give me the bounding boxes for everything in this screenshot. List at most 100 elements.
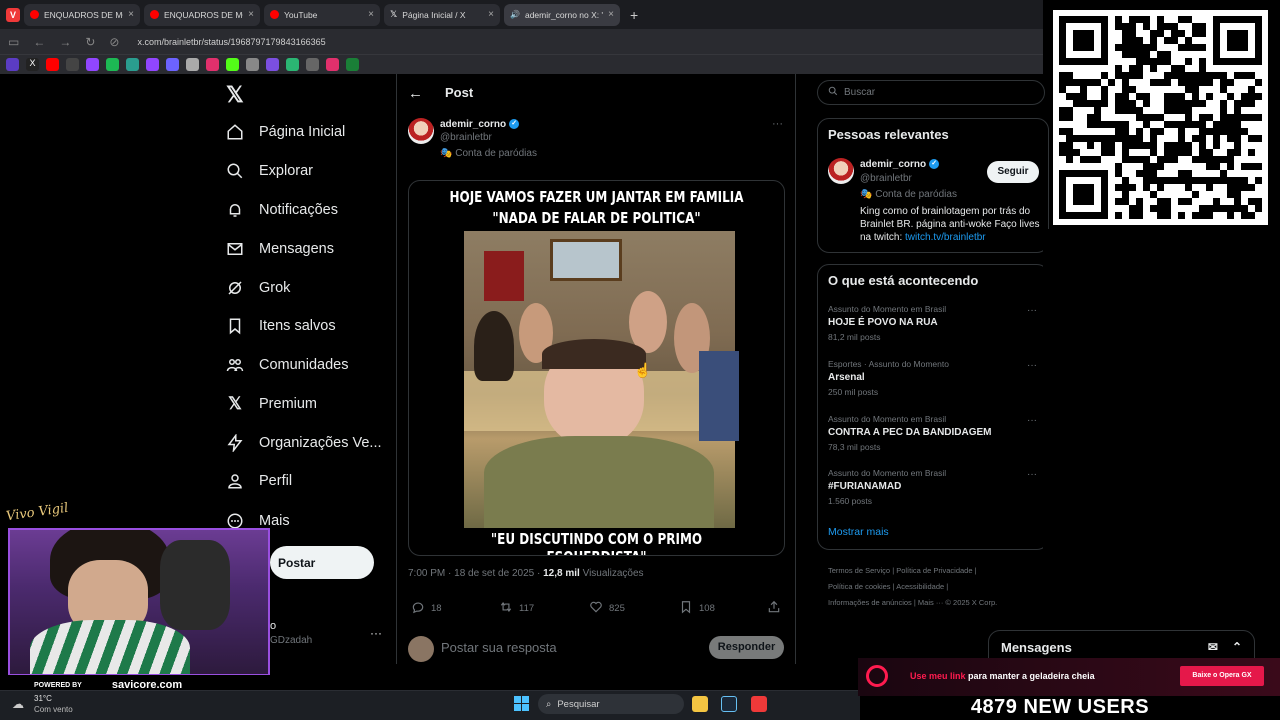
bookmark-icon[interactable] bbox=[186, 58, 199, 71]
new-tab-button[interactable]: + bbox=[630, 7, 638, 23]
bio-link[interactable]: twitch.tv/brainletbr bbox=[905, 232, 986, 243]
post-button[interactable]: Postar bbox=[270, 546, 374, 579]
vivaldi-icon[interactable] bbox=[751, 696, 767, 712]
relevant-handle[interactable]: @brainletbr bbox=[860, 173, 912, 184]
nav-item-home[interactable]: Página Inicial bbox=[226, 117, 345, 147]
account-menu-icon[interactable]: ··· bbox=[370, 626, 382, 640]
reply-button[interactable]: Responder bbox=[709, 636, 784, 659]
nav-item-grok[interactable]: Grok bbox=[226, 273, 290, 303]
nav-item-explore[interactable]: Explorar bbox=[226, 156, 313, 186]
show-more-link[interactable]: Mostrar mais bbox=[828, 526, 889, 538]
site-settings-icon[interactable]: ⊘ bbox=[109, 35, 119, 49]
browser-tab[interactable]: YouTube × bbox=[264, 3, 380, 26]
post-timestamp[interactable]: 7:00 PM · 18 de set de 2025 · bbox=[408, 568, 543, 579]
windows-start-icon[interactable] bbox=[514, 696, 529, 711]
twitch-bookmark-icon[interactable] bbox=[146, 58, 159, 71]
author-handle[interactable]: @brainletbr bbox=[440, 132, 492, 143]
account-handle[interactable]: GDzadah bbox=[270, 635, 312, 646]
nav-item-premium[interactable]: 𝕏 Premium bbox=[226, 389, 317, 419]
twitch-bookmark-icon[interactable] bbox=[86, 58, 99, 71]
trend-more-icon[interactable]: ··· bbox=[1027, 360, 1037, 371]
nav-item-communities[interactable]: Comunidades bbox=[226, 350, 348, 380]
vivaldi-logo-icon[interactable]: V bbox=[6, 7, 20, 22]
bookmark-icon[interactable] bbox=[306, 58, 319, 71]
bookmark-icon[interactable] bbox=[346, 58, 359, 71]
author-avatar[interactable] bbox=[408, 118, 434, 144]
footer-line[interactable]: Termos de Serviço | Política de Privacid… bbox=[828, 563, 1043, 579]
bookmark-icon[interactable] bbox=[266, 58, 279, 71]
share-action[interactable] bbox=[767, 600, 781, 617]
author-name[interactable]: ademir_corno ✓ bbox=[440, 119, 520, 130]
x-logo-icon[interactable]: 𝕏 bbox=[226, 82, 244, 108]
close-icon[interactable]: × bbox=[128, 9, 134, 20]
close-icon[interactable]: × bbox=[488, 9, 494, 20]
sidebar-toggle-icon[interactable]: ▭ bbox=[8, 35, 19, 49]
close-icon[interactable]: × bbox=[248, 9, 254, 20]
close-icon[interactable]: × bbox=[368, 9, 374, 20]
bookmark-icon[interactable] bbox=[66, 58, 79, 71]
follow-button[interactable]: Seguir bbox=[987, 161, 1039, 183]
bookmark-icon[interactable] bbox=[286, 58, 299, 71]
nav-item-messages[interactable]: Mensagens bbox=[226, 234, 334, 264]
nav-item-notifications[interactable]: Notificações bbox=[226, 195, 338, 225]
trend-more-icon[interactable]: ··· bbox=[1027, 305, 1037, 316]
expand-icon[interactable]: ⌃ bbox=[1232, 640, 1242, 654]
trend-item[interactable]: Esportes · Assunto do Momento Arsenal 250 … bbox=[828, 359, 949, 397]
browser-tab-active[interactable]: 🔊 ademir_corno no X: "H × bbox=[504, 3, 620, 26]
trend-more-icon[interactable]: ··· bbox=[1027, 415, 1037, 426]
youtube-bookmark-icon[interactable] bbox=[46, 58, 59, 71]
file-explorer-icon[interactable] bbox=[692, 696, 708, 712]
bookmark-action[interactable]: 108 bbox=[679, 600, 715, 617]
user-avatar[interactable] bbox=[408, 636, 434, 662]
new-message-icon[interactable]: ✉ bbox=[1208, 640, 1218, 654]
trend-item[interactable]: Assunto do Momento em Brasil CONTRA A PEC… bbox=[828, 414, 992, 452]
url-input[interactable]: x.com/brainletbr/status/1968797179843166… bbox=[137, 37, 325, 47]
weather-temp[interactable]: 31°C bbox=[34, 694, 52, 703]
discord-bookmark-icon[interactable] bbox=[166, 58, 179, 71]
post-media[interactable]: HOJE VAMOS FAZER UM JANTAR EM FAMILIA "N… bbox=[408, 180, 785, 556]
taskbar-search[interactable]: ⌕ Pesquisar bbox=[538, 694, 684, 714]
instagram-bookmark-icon[interactable] bbox=[326, 58, 339, 71]
footer-line[interactable]: Informações de anúncios | Mais ··· © 202… bbox=[828, 595, 1043, 611]
browser-tab[interactable]: ENQUADROS DE MOTO × bbox=[144, 3, 260, 26]
spotify-bookmark-icon[interactable] bbox=[106, 58, 119, 71]
reply-input[interactable]: Postar sua resposta bbox=[441, 640, 557, 655]
trend-item[interactable]: Assunto do Momento em Brasil #FURIANAMAD 1… bbox=[828, 468, 946, 506]
nav-item-bookmarks[interactable]: Itens salvos bbox=[226, 311, 336, 341]
trend-name: HOJE É POVO NA RUA bbox=[828, 317, 938, 328]
views-count: 12,8 mil bbox=[543, 568, 580, 579]
x-bookmark-icon[interactable]: X bbox=[26, 58, 39, 71]
browser-tab[interactable]: 𝕏 Página Inicial / X × bbox=[384, 3, 500, 26]
reload-icon[interactable]: ↻ bbox=[85, 35, 95, 49]
trend-item[interactable]: Assunto do Momento em Brasil HOJE É POVO … bbox=[828, 304, 946, 342]
bookmark-icon[interactable] bbox=[6, 58, 19, 71]
relevant-name[interactable]: ademir_corno ✓ bbox=[860, 159, 940, 170]
bookmark-icon[interactable] bbox=[246, 58, 259, 71]
footer-line[interactable]: Política de cookies | Acessibilidade | bbox=[828, 579, 1043, 595]
browser-tab[interactable]: ENQUADROS DE MOTO × bbox=[24, 3, 140, 26]
post-more-icon[interactable]: ··· bbox=[772, 118, 783, 130]
back-arrow-icon[interactable]: ← bbox=[408, 85, 423, 102]
weather-icon[interactable]: ☁ bbox=[12, 697, 24, 711]
search-input[interactable]: Buscar bbox=[817, 80, 1045, 105]
nav-item-verified-orgs[interactable]: Organizações Ve... bbox=[226, 428, 382, 458]
bookmark-icon bbox=[679, 600, 693, 617]
streamer-signature: Vivo Vigil bbox=[5, 500, 70, 525]
close-icon[interactable]: × bbox=[608, 9, 614, 20]
steam-icon[interactable] bbox=[721, 696, 737, 712]
reply-action[interactable]: 18 bbox=[411, 600, 442, 617]
bookmark-icon[interactable] bbox=[126, 58, 139, 71]
download-opera-button[interactable]: Baixe o Opera GX bbox=[1180, 666, 1264, 686]
repost-action[interactable]: 117 bbox=[499, 600, 534, 617]
like-action[interactable]: 825 bbox=[589, 600, 625, 617]
back-icon[interactable]: ← bbox=[33, 35, 45, 49]
nav-item-profile[interactable]: Perfil bbox=[226, 466, 292, 496]
trend-more-icon[interactable]: ··· bbox=[1027, 469, 1037, 480]
kick-bookmark-icon[interactable] bbox=[226, 58, 239, 71]
tab-label: ademir_corno no X: "H bbox=[524, 9, 604, 20]
account-name[interactable]: o bbox=[270, 620, 276, 632]
forward-icon[interactable]: → bbox=[59, 35, 71, 49]
weather-condition[interactable]: Com vento bbox=[34, 705, 73, 714]
relevant-avatar[interactable] bbox=[828, 158, 854, 184]
instagram-bookmark-icon[interactable] bbox=[206, 58, 219, 71]
